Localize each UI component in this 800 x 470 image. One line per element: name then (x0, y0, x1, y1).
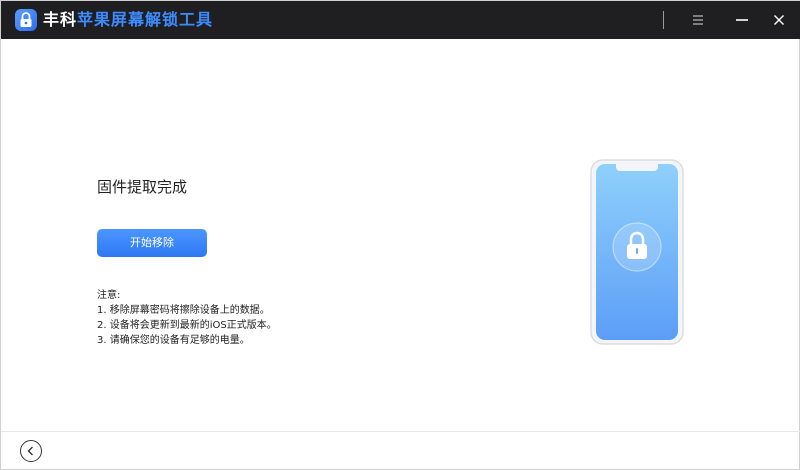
back-arrow-icon (27, 446, 33, 456)
note-item: 1. 移除屏幕密码将擦除设备上的数据。 (97, 305, 270, 316)
menu-button[interactable] (686, 8, 710, 32)
minimize-icon (736, 19, 748, 21)
notes-heading: 注意: (97, 290, 121, 301)
close-icon (774, 15, 784, 25)
app-window: 丰科苹果屏幕解锁工具 固件提取完成 开始移除 注意: 1. 移除屏幕密码将擦除设… (0, 0, 800, 470)
app-title-product: 苹果屏幕解锁工具 (77, 10, 214, 29)
locked-phone-illustration (590, 159, 684, 345)
status-title: 固件提取完成 (97, 178, 188, 196)
back-button[interactable] (20, 440, 42, 462)
menu-icon (693, 15, 703, 25)
start-remove-button[interactable]: 开始移除 (97, 229, 207, 257)
note-item: 3. 请确保您的设备有足够的电量。 (97, 335, 250, 346)
close-button[interactable] (767, 8, 791, 32)
notes-section: 注意: 1. 移除屏幕密码将擦除设备上的数据。 2. 设备将会更新到最新的iOS… (97, 288, 277, 348)
minimize-button[interactable] (730, 8, 754, 32)
titlebar-divider (663, 11, 664, 29)
title-bar: 丰科苹果屏幕解锁工具 (1, 1, 800, 39)
app-title: 丰科苹果屏幕解锁工具 (43, 9, 213, 31)
note-item: 2. 设备将会更新到最新的iOS正式版本。 (97, 320, 277, 331)
app-logo-lock-icon (15, 9, 37, 31)
app-title-brand: 丰科 (43, 10, 78, 29)
footer-divider (1, 431, 800, 432)
